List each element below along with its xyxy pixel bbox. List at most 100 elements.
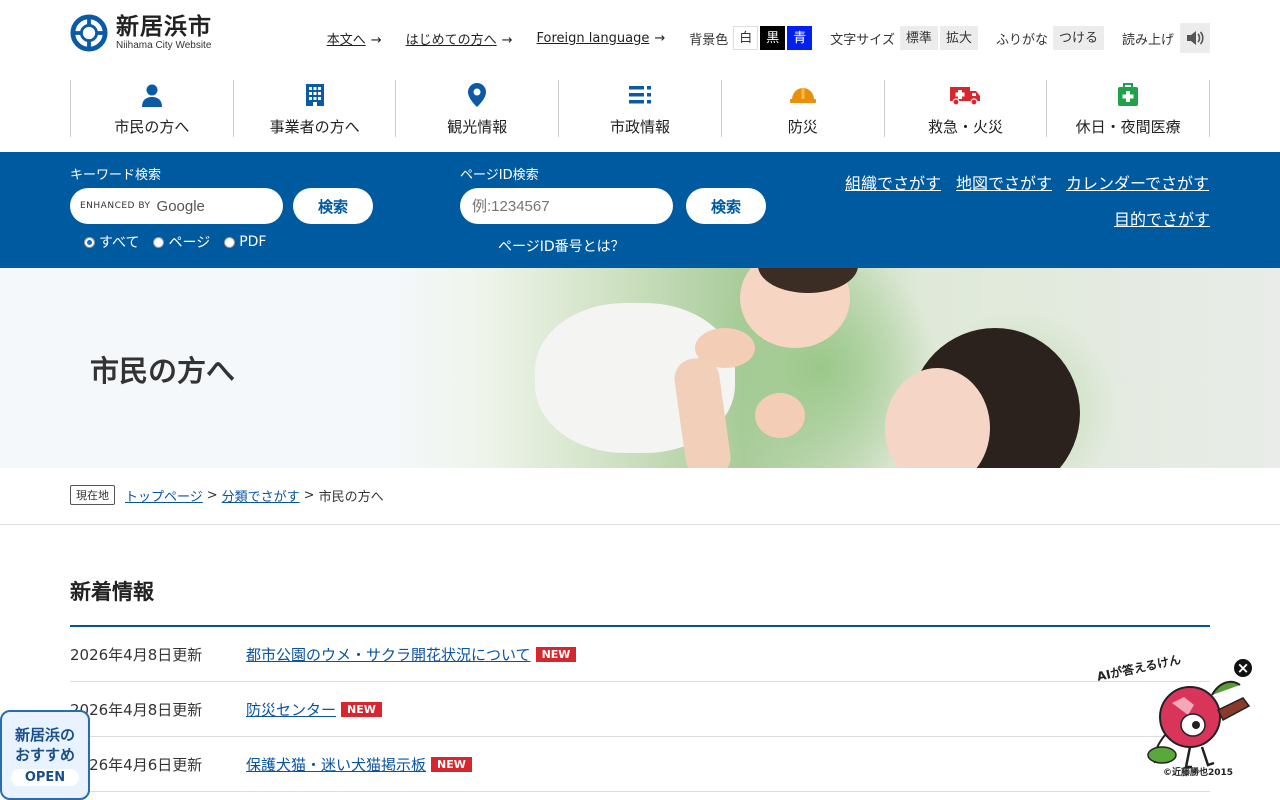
site-subtitle: Niihama City Website	[116, 40, 212, 51]
google-enhanced-label: ENHANCED BY	[80, 201, 151, 211]
nav-city-administration-label: 市政情報	[610, 118, 671, 136]
nav-holiday-night-medical-label: 休日・夜間医療	[1075, 118, 1181, 136]
furigana-group: ふりがな つける	[996, 26, 1104, 50]
building-icon	[305, 84, 324, 106]
page-id-help-link[interactable]: ページID番号とは？	[498, 236, 625, 256]
news-link[interactable]: 保護犬猫・迷い犬猫掲示板	[246, 754, 426, 775]
ai-chatbot-close-icon[interactable]: ×	[1232, 657, 1254, 679]
new-badge: NEW	[341, 701, 382, 717]
background-color-label: 背景色	[689, 32, 729, 48]
ai-mascot-copyright: ©近藤勝也2015	[1163, 768, 1234, 778]
site-header: 新居浜市 Niihama City Website 本文へ → はじめての方へ → …	[0, 0, 1280, 152]
nav-business-label: 事業者の方へ	[269, 118, 360, 136]
ambulance-icon	[950, 87, 981, 106]
news-list: 2026年4月8日更新 都市公園のウメ・サクラ開花状況について NEW 2026…	[70, 627, 1210, 792]
bg-blue-button[interactable]: 青	[787, 26, 813, 50]
page-title: 市民の方へ	[90, 354, 236, 388]
nav-holiday-night-medical[interactable]: 休日・夜間医療	[1046, 80, 1211, 137]
news-date: 2026年4月6日更新	[70, 755, 203, 774]
nav-city-administration[interactable]: 市政情報	[558, 80, 721, 137]
news-date: 2026年4月8日更新	[70, 700, 203, 719]
foreign-language-link[interactable]: Foreign language →	[537, 31, 666, 46]
news-item: 2026年4月6日更新 保護犬猫・迷い犬猫掲示板 NEW	[70, 737, 1210, 792]
radio-icon	[153, 236, 165, 248]
search-scope-radios: すべて ページ PDF	[84, 232, 266, 252]
section-divider	[0, 524, 1280, 525]
keyword-search-input[interactable]: ENHANCED BY Google	[70, 188, 283, 224]
read-aloud-label: 読み上げ	[1121, 32, 1174, 48]
scope-pdf-label: PDF	[239, 234, 267, 250]
arrow-right-icon: →	[370, 32, 382, 48]
font-standard-button[interactable]: 標準	[899, 26, 938, 50]
radio-selected-icon	[84, 236, 95, 248]
read-aloud-button[interactable]	[1180, 23, 1210, 53]
breadcrumb-current-location-tag: 現在地	[70, 485, 115, 505]
site-name: 新居浜市	[116, 14, 212, 40]
background-color-group: 背景色 白 黒 青	[689, 26, 813, 50]
first-time-link-label: はじめての方へ	[405, 32, 497, 48]
nav-emergency-fire[interactable]: 救急・火災	[883, 80, 1047, 137]
font-size-group: 文字サイズ 標準 拡大	[830, 26, 978, 50]
furigana-on-button[interactable]: つける	[1052, 26, 1104, 50]
nav-citizens-label: 市民の方へ	[114, 118, 190, 136]
news-item: 2026年4月8日更新 都市公園のウメ・サクラ開花状況について NEW	[70, 627, 1210, 682]
recommend-open-button[interactable]: OPEN	[10, 768, 80, 786]
news-link[interactable]: 防災センター	[246, 699, 336, 720]
breadcrumb-current: 市民の方へ	[318, 489, 384, 505]
breadcrumb-separator: >	[206, 487, 218, 503]
arrow-right-icon: →	[501, 32, 513, 48]
recommend-widget[interactable]: 新居浜の おすすめ OPEN	[0, 710, 90, 800]
new-badge: NEW	[535, 646, 577, 662]
keyword-search-button[interactable]: 検索	[293, 188, 373, 224]
hero-photo	[380, 268, 1280, 468]
nav-disaster-prevention[interactable]: 防災	[720, 80, 884, 137]
page-id-search-button[interactable]: 検索	[686, 188, 766, 224]
nav-tourism-label: 観光情報	[447, 118, 508, 136]
radio-icon	[224, 236, 236, 248]
scope-page-label: ページ	[168, 235, 211, 251]
first-aid-icon	[1118, 83, 1139, 106]
recommend-line1: 新居浜の	[14, 725, 75, 744]
nav-tourism[interactable]: 観光情報	[395, 80, 558, 137]
breadcrumb-category-link[interactable]: 分類でさがす	[222, 486, 300, 505]
scope-all-radio[interactable]: すべて	[84, 232, 139, 252]
utility-bar: 本文へ → はじめての方へ → Foreign language → 背景色 白 黒 …	[327, 23, 1210, 53]
scope-pdf-radio[interactable]: PDF	[224, 232, 266, 252]
scope-page-radio[interactable]: ページ	[153, 232, 210, 252]
nav-business[interactable]: 事業者の方へ	[232, 80, 396, 137]
find-by-purpose-link[interactable]: 目的でさがす	[1114, 206, 1210, 230]
bg-black-button[interactable]: 黒	[760, 26, 786, 50]
recommend-line2: おすすめ	[14, 745, 75, 764]
breadcrumb: 現在地 トップページ > 分類でさがす > 市民の方へ	[70, 485, 384, 505]
global-nav: 市民の方へ 事業者の方へ 観光情報 市政情報 防災 救急・火災 休日・夜間医療	[70, 80, 1211, 137]
find-by-map-link[interactable]: 地図でさがす	[956, 170, 1052, 194]
list-icon	[629, 86, 652, 104]
skip-link-label: 本文へ	[326, 32, 366, 48]
news-section-title: 新着情報	[70, 580, 154, 604]
scope-all-label: すべて	[99, 235, 140, 251]
news-link[interactable]: 都市公園のウメ・サクラ開花状況について	[246, 644, 531, 665]
first-time-visitors-link[interactable]: はじめての方へ →	[406, 29, 513, 48]
helmet-icon	[789, 88, 816, 103]
page-id-input[interactable]	[460, 188, 673, 224]
speaker-icon	[1187, 31, 1204, 45]
google-branding: ENHANCED BY Google	[80, 188, 205, 224]
foreign-language-link-label: Foreign language	[536, 30, 650, 46]
news-date: 2026年4月8日更新	[70, 645, 203, 664]
arrow-right-icon: →	[654, 30, 666, 46]
city-emblem-icon	[70, 14, 108, 52]
font-large-button[interactable]: 拡大	[939, 26, 978, 50]
site-logo[interactable]: 新居浜市 Niihama City Website	[70, 14, 212, 52]
find-by-calendar-link[interactable]: カレンダーでさがす	[1066, 170, 1209, 194]
breadcrumb-home-link[interactable]: トップページ	[125, 486, 203, 505]
skip-to-content-link[interactable]: 本文へ →	[327, 29, 382, 48]
new-badge: NEW	[431, 756, 472, 772]
find-by-organization-link[interactable]: 組織でさがす	[845, 170, 941, 194]
hero-banner: 市民の方へ	[0, 268, 1280, 468]
nav-emergency-fire-label: 救急・火災	[927, 118, 1003, 136]
bg-white-button[interactable]: 白	[733, 26, 759, 50]
furigana-label: ふりがな	[995, 32, 1048, 48]
google-logo: Google	[156, 197, 205, 215]
nav-citizens[interactable]: 市民の方へ	[70, 80, 233, 137]
nav-disaster-prevention-label: 防災	[787, 118, 818, 136]
